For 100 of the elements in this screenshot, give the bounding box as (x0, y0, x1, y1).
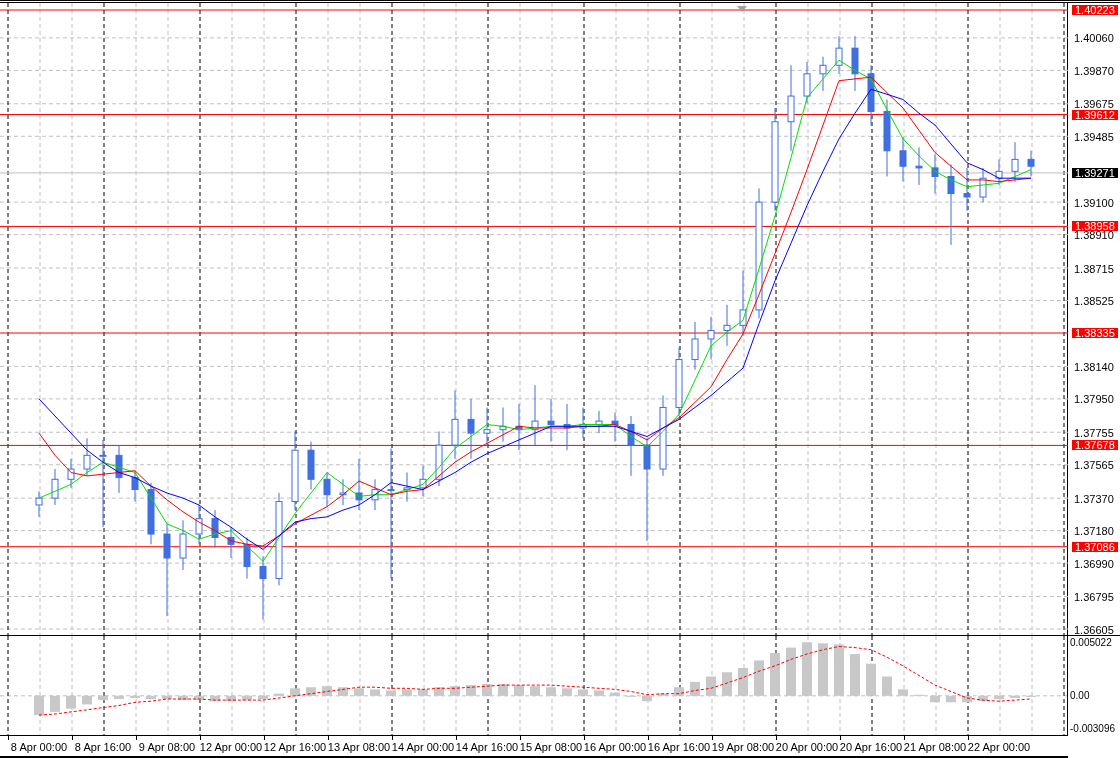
histogram-bar (514, 685, 524, 696)
histogram-bar (386, 690, 396, 696)
price-axis-label: 1.38715 (1074, 264, 1114, 274)
candlestick (51, 468, 59, 506)
histogram-bar (706, 676, 716, 696)
candlestick (195, 504, 203, 545)
histogram-bar (754, 660, 764, 696)
histogram-bar (338, 687, 348, 696)
histogram-bar (818, 643, 828, 696)
candlestick (547, 398, 555, 443)
histogram-bar (274, 693, 284, 696)
histogram-bar (866, 663, 876, 696)
histogram-bar (850, 654, 860, 696)
histogram-bar (690, 681, 700, 696)
histogram-bar (322, 686, 332, 696)
price-axis-label: 1.36990 (1074, 559, 1114, 569)
histogram-bar (34, 695, 44, 716)
candlestick (35, 490, 43, 518)
candlestick (179, 519, 187, 571)
candlestick (99, 439, 107, 528)
histogram-bar (466, 685, 476, 696)
candlestick (835, 35, 843, 75)
histogram-bar (290, 688, 300, 696)
histogram-bar (530, 686, 540, 696)
time-axis-label: 13 Apr 08:00 (327, 741, 391, 754)
histogram-bar (306, 687, 316, 696)
current-price-label: 1.39271 (1072, 167, 1118, 178)
histogram-bar (210, 695, 220, 702)
price-axis-label: 1.38140 (1074, 362, 1114, 372)
histogram-bar (258, 695, 268, 700)
histogram-bar (146, 695, 156, 700)
candlestick (691, 321, 699, 371)
candlestick (611, 412, 619, 443)
histogram-bar (1010, 695, 1020, 698)
candlestick (467, 398, 475, 460)
time-axis-label: 12 Apr 00:00 (199, 741, 263, 754)
candlestick (803, 61, 811, 104)
price-axis-label: 1.37755 (1074, 428, 1114, 438)
oscillator-axis-label: 0.005022 (1070, 636, 1112, 648)
candlestick (387, 448, 395, 580)
time-axis-label: 21 Apr 08:00 (903, 741, 967, 754)
candlestick (243, 536, 251, 580)
histogram-bar (82, 695, 92, 705)
histogram-bar (994, 695, 1004, 700)
price-axis-label: 1.39870 (1074, 66, 1114, 76)
histogram-bar (130, 695, 140, 698)
candlestick (643, 437, 651, 542)
price-axis-label: 1.37370 (1074, 494, 1114, 504)
histogram-bar (898, 689, 908, 696)
histogram-bar (418, 689, 428, 696)
histogram-bar (370, 689, 380, 696)
histogram-bar (978, 695, 988, 702)
price-axis-label: 1.37180 (1074, 527, 1114, 537)
histogram-bar (98, 695, 108, 701)
histogram-bar (770, 652, 780, 696)
candlestick (339, 478, 347, 506)
price-axis-label: 1.39100 (1074, 198, 1114, 208)
time-axis-label: 14 Apr 00:00 (391, 741, 455, 754)
histogram-bar (562, 688, 572, 696)
price-axis-label: 1.36605 (1074, 625, 1114, 635)
price-axis-label: 1.39675 (1074, 100, 1114, 110)
histogram-bar (226, 695, 236, 702)
histogram-bar (162, 695, 172, 700)
candlestick (723, 304, 731, 347)
candlestick (963, 167, 971, 212)
histogram-bar (66, 695, 76, 709)
time-axis-label: 20 Apr 00:00 (775, 741, 839, 754)
candlestick (131, 470, 139, 503)
histogram-bar (882, 676, 892, 696)
histogram-bar (738, 667, 748, 696)
candlestick (915, 146, 923, 186)
candlestick (819, 56, 827, 92)
time-axis-label: 14 Apr 16:00 (455, 741, 519, 754)
histogram-bar (962, 695, 972, 703)
oscillator-axis-label: -0.003096 (1070, 723, 1116, 735)
histogram-bar (50, 695, 60, 712)
time-axis-label: 15 Apr 08:00 (519, 741, 583, 754)
histogram-bar (658, 693, 668, 696)
histogram-bar (434, 687, 444, 696)
time-axis-label: 19 Apr 08:00 (711, 741, 775, 754)
candlestick (483, 406, 491, 446)
candlestick (995, 158, 1003, 186)
histogram-bar (242, 695, 252, 701)
price-level-label: 1.37678 (1072, 440, 1118, 451)
time-axis-label: 16 Apr 00:00 (583, 741, 647, 754)
chart-shift-icon[interactable] (737, 6, 747, 12)
time-axis-label: 9 Apr 08:00 (138, 741, 196, 754)
candlestick (323, 471, 331, 508)
price-level-label: 1.38958 (1072, 221, 1118, 232)
price-axis-label: 1.40060 (1074, 34, 1114, 44)
histogram-bar (610, 692, 620, 696)
histogram-bar (498, 684, 508, 696)
time-axis-label: 20 Apr 16:00 (839, 741, 903, 754)
time-axis-label: 8 Apr 00:00 (10, 741, 68, 754)
histogram-bar (450, 686, 460, 696)
histogram-bar (178, 695, 188, 701)
candlestick (899, 136, 907, 183)
histogram-bar (642, 695, 652, 702)
histogram-bar (946, 695, 956, 703)
candlestick (83, 437, 91, 477)
